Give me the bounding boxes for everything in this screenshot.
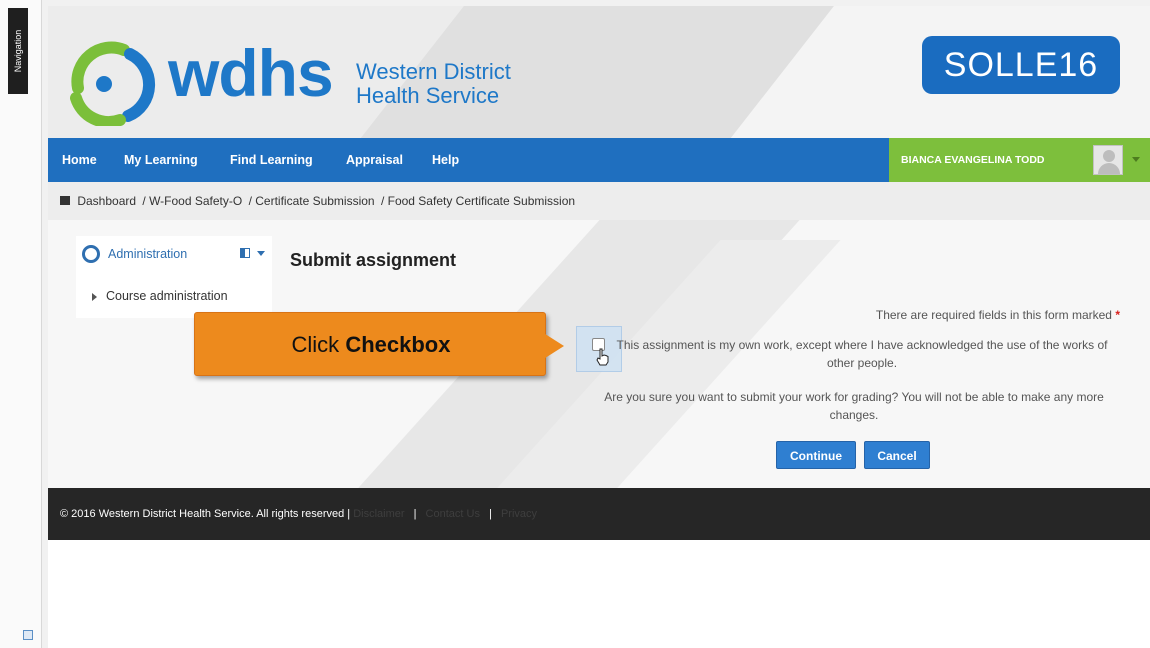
logo-subtitle-line2: Health Service	[356, 83, 500, 108]
breadcrumb-current[interactable]: / Food Safety Certificate Submission	[381, 194, 575, 208]
nav-home[interactable]: Home	[62, 138, 97, 182]
main-content: Administration Course administration Sub…	[48, 220, 1150, 488]
administration-block: Administration Course administration	[76, 236, 272, 318]
logo-subtitle-line1: Western District	[356, 59, 511, 84]
chevron-down-icon[interactable]	[257, 251, 265, 256]
footer-link-disclaimer[interactable]: Disclaimer	[353, 508, 404, 520]
footer-link-privacy[interactable]: Privacy	[501, 508, 537, 520]
user-name: BIANCA EVANGELINA TODD	[901, 154, 1045, 166]
hand-cursor-icon	[596, 348, 610, 366]
instruction-callout: Click Checkbox	[194, 312, 546, 376]
user-menu[interactable]: BIANCA EVANGELINA TODD	[889, 138, 1150, 182]
breadcrumb: Dashboard / W-Food Safety-O / Certificat…	[48, 182, 1150, 220]
required-fields-text: There are required fields in this form m…	[875, 308, 1112, 322]
submit-confirmation-text: Are you sure you want to submit your wor…	[604, 390, 1104, 422]
chevron-right-icon[interactable]	[92, 293, 97, 301]
own-work-statement: This assignment is my own work, except w…	[616, 338, 1108, 370]
nav-help[interactable]: Help	[432, 138, 459, 182]
course-code-badge: SOLLE16	[922, 36, 1120, 94]
continue-button[interactable]: Continue	[776, 441, 856, 469]
avatar	[1093, 145, 1123, 175]
home-icon	[60, 196, 70, 206]
callout-pointer	[542, 332, 564, 360]
wdhs-logo[interactable]: wdhs Western District Health Service	[64, 36, 534, 126]
nav-my-learning[interactable]: My Learning	[124, 138, 198, 182]
page-title: Submit assignment	[290, 250, 457, 270]
course-administration-link[interactable]: Course administration	[106, 289, 228, 303]
page-blank-area	[48, 540, 1150, 648]
footer-copyright: © 2016 Western District Health Service. …	[60, 508, 351, 520]
required-fields-note: There are required fields in this form m…	[876, 308, 1120, 322]
navigation-tab[interactable]: Navigation	[8, 8, 28, 94]
nav-appraisal[interactable]: Appraisal	[346, 138, 403, 182]
required-marker: *	[1115, 308, 1120, 322]
chevron-down-icon[interactable]	[1132, 157, 1140, 162]
cancel-button[interactable]: Cancel	[864, 441, 930, 469]
breadcrumb-section[interactable]: / Certificate Submission	[249, 194, 375, 208]
logo-wordmark: wdhs	[168, 36, 334, 110]
side-navigation-strip: Navigation	[0, 0, 42, 648]
nav-find-learning[interactable]: Find Learning	[230, 138, 313, 182]
breadcrumb-dashboard[interactable]: Dashboard	[77, 194, 136, 208]
logo-swirl-icon	[70, 41, 156, 126]
administration-title[interactable]: Administration	[108, 247, 187, 261]
site-header: wdhs Western District Health Service SOL…	[48, 6, 1150, 138]
page: wdhs Western District Health Service SOL…	[48, 6, 1150, 648]
dock-icon[interactable]	[240, 248, 250, 258]
top-navigation: Home My Learning Find Learning Appraisal…	[48, 138, 1150, 182]
callout-emphasis: Checkbox	[345, 332, 451, 357]
logo-subtitle: Western District Health Service	[356, 60, 511, 108]
footer-link-contact[interactable]: Contact Us	[426, 508, 480, 520]
player-control-icon[interactable]	[23, 630, 33, 640]
callout-prefix: Click	[291, 332, 340, 357]
callout-text: Click Checkbox	[195, 313, 547, 377]
navigation-tab-label: Navigation	[13, 29, 23, 73]
gear-icon	[82, 245, 100, 263]
site-footer: © 2016 Western District Health Service. …	[48, 488, 1150, 540]
breadcrumb-course[interactable]: / W-Food Safety-O	[142, 194, 242, 208]
